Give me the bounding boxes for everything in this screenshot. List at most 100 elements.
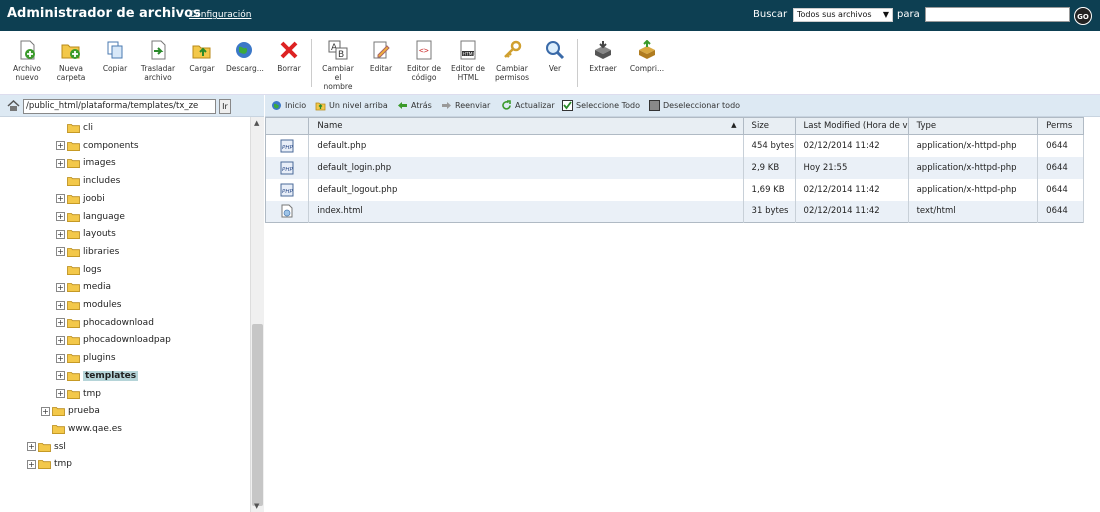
file-name-cell[interactable]: default_login.php [308, 156, 744, 179]
path-bar: /public_html/plataforma/templates/tx_ze … [0, 95, 264, 117]
tree-item[interactable]: + images [56, 156, 116, 170]
expand-plus-icon[interactable]: + [56, 247, 65, 257]
back-action[interactable]: Atrás [397, 100, 432, 112]
compress-button[interactable]: Compri... [629, 40, 665, 73]
expand-plus-icon[interactable]: + [56, 282, 65, 292]
expand-plus-icon[interactable]: + [56, 141, 65, 151]
html-editor-button[interactable]: HTML Editor de HTML [450, 40, 486, 82]
tree-item[interactable]: + ssl [27, 440, 66, 454]
file-size-cell: 31 bytes [743, 200, 796, 223]
tree-item[interactable]: + language [56, 210, 125, 224]
name-column-header[interactable]: Name ▲ [308, 117, 744, 135]
file-size-cell: 2,9 KB [743, 156, 796, 179]
back-label: Atrás [411, 101, 432, 110]
file-name-cell[interactable]: default.php [308, 134, 744, 157]
tree-item[interactable]: + libraries [56, 245, 119, 259]
file-size-cell: 454 bytes [743, 134, 796, 157]
deselect-all-action[interactable]: Deseleccionar todo [649, 100, 740, 112]
size-column-header[interactable]: Size [743, 117, 796, 135]
tree-item[interactable]: + joobi [56, 192, 105, 206]
expand-plus-icon[interactable]: + [56, 212, 65, 221]
path-go-button[interactable]: Ir [219, 99, 231, 114]
forward-label: Reenviar [455, 101, 491, 110]
expand-plus-icon[interactable]: + [56, 194, 65, 204]
tree-item[interactable]: + modules [56, 298, 121, 312]
search-input[interactable] [925, 7, 1070, 22]
new-file-button[interactable]: Archivo nuevo [9, 40, 45, 82]
tree-item[interactable]: includes [56, 174, 120, 188]
app-title: Administrador de archivos [7, 6, 201, 21]
file-name-cell[interactable]: index.html [308, 200, 744, 223]
refresh-action[interactable]: Actualizar [501, 100, 555, 112]
table-row[interactable]: PHP default_logout.php 1,69 KB 02/12/2014 1… [265, 178, 1084, 201]
code-editor-button[interactable]: <> Editor de código [406, 40, 442, 82]
svg-text:HTML: HTML [463, 51, 476, 57]
scroll-down-arrow-icon[interactable]: ▼ [254, 502, 259, 510]
expand-plus-icon[interactable]: + [56, 335, 65, 345]
expand-plus-icon[interactable]: + [56, 229, 65, 239]
refresh-label: Actualizar [515, 101, 555, 110]
copy-button[interactable]: Copiar [97, 40, 133, 73]
expand-plus-icon[interactable]: + [56, 371, 65, 381]
expand-plus-icon[interactable]: + [27, 442, 36, 452]
upload-button[interactable]: Cargar [184, 40, 220, 73]
folder-icon [67, 141, 80, 151]
up-one-level-action[interactable]: Un nivel arriba [315, 100, 388, 112]
tree-item[interactable]: + plugins [56, 351, 116, 365]
new-folder-button[interactable]: Nueva carpeta [53, 40, 89, 82]
tree-item[interactable]: + prueba [41, 404, 100, 418]
folder-icon [67, 389, 80, 399]
key-icon [504, 40, 522, 58]
search-go-button[interactable]: GO [1074, 7, 1092, 25]
tree-item[interactable]: + templates [56, 369, 139, 383]
view-button[interactable]: Ver [537, 40, 573, 73]
tree-item[interactable]: + phocadownload [56, 316, 154, 330]
delete-button[interactable]: Borrar [271, 40, 307, 73]
tree-item[interactable]: + phocadownloadpap [56, 333, 171, 347]
expand-plus-icon[interactable]: + [56, 389, 65, 398]
table-row[interactable]: PHP default_login.php 2,9 KB Hoy 21:55 appli… [265, 156, 1084, 179]
home-icon[interactable] [7, 100, 20, 111]
table-row[interactable]: index.html 31 bytes 02/12/2014 11:42 text/h… [265, 200, 1084, 223]
forward-action[interactable]: Reenviar [441, 100, 490, 112]
expand-plus-icon[interactable]: + [56, 300, 65, 310]
expand-plus-icon[interactable]: + [41, 406, 50, 416]
expand-plus-icon[interactable]: + [56, 353, 65, 363]
expand-plus-icon[interactable]: + [56, 158, 65, 168]
tree-item[interactable]: logs [56, 263, 101, 277]
table-row[interactable]: PHP default.php 454 bytes 02/12/2014 11:42 a… [265, 134, 1084, 157]
tree-item[interactable]: + media [56, 280, 111, 294]
tree-item[interactable]: + tmp [27, 457, 72, 471]
select-all-action[interactable]: Seleccione Todo [562, 100, 640, 112]
folder-icon [67, 318, 80, 328]
home-action[interactable]: Inicio [271, 100, 306, 112]
download-button[interactable]: Descarg... [226, 40, 264, 73]
expand-plus-icon[interactable]: + [56, 318, 65, 328]
checked-checkbox-icon [562, 100, 573, 111]
new-folder-icon [61, 44, 80, 59]
type-column-header[interactable]: Type [908, 117, 1039, 135]
perms-column-header[interactable]: Perms [1037, 117, 1084, 135]
modified-column-header[interactable]: Last Modified (Hora de v [795, 117, 909, 135]
rename-button[interactable]: AB Cambiar el nombre [320, 40, 356, 91]
edit-button[interactable]: Editar [363, 40, 399, 73]
path-input[interactable]: /public_html/plataforma/templates/tx_ze [23, 99, 216, 114]
search-scope-select[interactable]: Todos sus archivos ▼ [793, 8, 893, 22]
extract-button[interactable]: Extraer [585, 40, 621, 73]
tree-item[interactable]: www.qae.es [41, 422, 122, 436]
change-permissions-button[interactable]: Cambiar permisos [494, 40, 530, 82]
home-action-label: Inicio [285, 101, 307, 110]
file-name-cell[interactable]: default_logout.php [308, 178, 744, 201]
scroll-up-arrow-icon[interactable]: ▲ [254, 119, 259, 127]
tree-item[interactable]: + tmp [56, 387, 101, 401]
tree-item-label: logs [83, 264, 102, 275]
scroll-thumb[interactable] [252, 324, 263, 506]
move-file-button[interactable]: Trasladar archivo [140, 40, 176, 82]
tree-item[interactable]: cli [56, 121, 93, 135]
tree-item-label: ssl [54, 441, 66, 452]
configuration-link[interactable]: Configuración [189, 10, 251, 20]
tree-scrollbar[interactable]: ▲ ▼ [250, 117, 264, 512]
tree-item[interactable]: + layouts [56, 227, 116, 241]
expand-plus-icon[interactable]: + [27, 459, 36, 469]
tree-item[interactable]: + components [56, 139, 139, 153]
